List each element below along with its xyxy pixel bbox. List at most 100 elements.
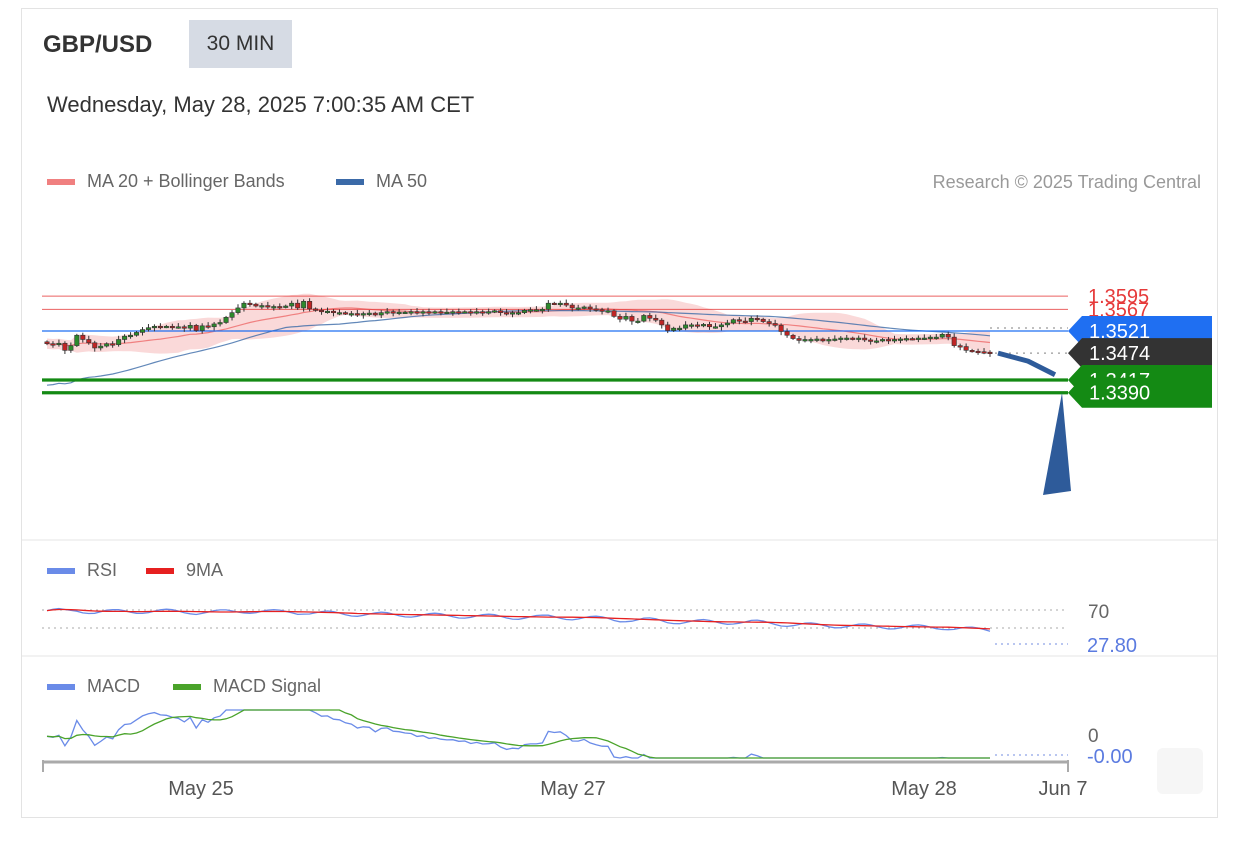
candle-body bbox=[724, 322, 730, 326]
candle-body bbox=[265, 305, 271, 308]
candle-body bbox=[659, 319, 665, 326]
candle-body bbox=[915, 337, 921, 340]
candle-body bbox=[283, 305, 289, 308]
candle-body bbox=[241, 302, 247, 309]
candle-body bbox=[50, 343, 56, 346]
candle-body bbox=[772, 323, 778, 326]
candle-body bbox=[581, 306, 587, 309]
candle-body bbox=[515, 312, 521, 315]
candle-body bbox=[909, 338, 915, 341]
candle-body bbox=[110, 343, 116, 346]
candle-body bbox=[301, 301, 307, 309]
candle-body bbox=[336, 312, 342, 315]
candle-body bbox=[205, 325, 211, 328]
candle-body bbox=[330, 310, 336, 314]
candle-body bbox=[438, 311, 444, 314]
target-arrow-shaft bbox=[997, 350, 1057, 377]
candle-body bbox=[677, 327, 683, 330]
candle-body bbox=[271, 306, 277, 309]
candle-body bbox=[808, 339, 814, 342]
candle-body bbox=[838, 337, 844, 340]
candle-body bbox=[790, 334, 796, 339]
candle-body bbox=[187, 325, 193, 329]
candle-body bbox=[253, 303, 259, 307]
candle-body bbox=[325, 310, 331, 314]
candle-body bbox=[862, 337, 868, 341]
candle-body bbox=[92, 342, 98, 349]
candle-body bbox=[229, 312, 235, 318]
candle-body bbox=[718, 324, 724, 328]
candle-body bbox=[145, 327, 151, 330]
candle-body bbox=[957, 345, 963, 348]
candle-body bbox=[754, 317, 760, 321]
candle-body bbox=[575, 307, 581, 310]
candle-body bbox=[951, 336, 957, 346]
candle-body bbox=[605, 310, 611, 313]
candle-body bbox=[903, 338, 909, 341]
candle-body bbox=[62, 342, 68, 351]
candle-body bbox=[259, 305, 265, 308]
candle-body bbox=[366, 312, 372, 315]
candle-body bbox=[217, 322, 223, 325]
candle-body bbox=[563, 302, 569, 306]
candle-body bbox=[748, 317, 754, 322]
candle-body bbox=[963, 346, 969, 351]
candle-body bbox=[56, 342, 62, 346]
candle-body bbox=[348, 313, 354, 316]
candle-body bbox=[671, 327, 677, 331]
candle-body bbox=[223, 317, 229, 323]
candle-body bbox=[432, 311, 438, 314]
candle-body bbox=[933, 336, 939, 339]
candle-body bbox=[868, 339, 874, 342]
candle-body bbox=[629, 316, 635, 322]
candle-body bbox=[468, 311, 474, 314]
x-tick-label: May 27 bbox=[540, 778, 606, 800]
candle-body bbox=[611, 310, 617, 317]
candle-body bbox=[695, 324, 701, 327]
candle-body bbox=[892, 339, 898, 342]
candle-body bbox=[193, 325, 199, 331]
candle-body bbox=[778, 325, 784, 332]
candle-body bbox=[706, 324, 712, 328]
candle-body bbox=[450, 311, 456, 314]
candle-body bbox=[134, 332, 140, 336]
candle-body bbox=[796, 338, 802, 341]
candle-body bbox=[402, 311, 408, 314]
candle-body bbox=[969, 350, 975, 353]
candle-body bbox=[360, 313, 366, 316]
candle-body bbox=[802, 339, 808, 342]
candle-body bbox=[139, 329, 145, 333]
candle-body bbox=[116, 339, 122, 345]
candle-body bbox=[844, 337, 850, 340]
candle-body bbox=[444, 311, 450, 314]
candle-body bbox=[181, 326, 187, 329]
candle-body bbox=[701, 324, 707, 327]
candle-body bbox=[641, 315, 647, 322]
candle-body bbox=[319, 309, 325, 313]
candle-body bbox=[527, 309, 533, 312]
candle-body bbox=[886, 339, 892, 342]
candle-body bbox=[981, 351, 987, 354]
candle-body bbox=[247, 302, 253, 306]
candle-body bbox=[880, 339, 886, 342]
candle-body bbox=[462, 311, 468, 314]
candle-body bbox=[384, 311, 390, 314]
candle-body bbox=[945, 333, 951, 338]
candle-body bbox=[199, 325, 205, 331]
candle-body bbox=[587, 306, 593, 310]
candle-body bbox=[897, 338, 903, 341]
macd-signal-line bbox=[46, 709, 990, 759]
candle-body bbox=[372, 312, 378, 316]
candle-body bbox=[313, 308, 319, 311]
candle-body bbox=[599, 309, 605, 312]
candle-body bbox=[635, 320, 641, 323]
candle-body bbox=[408, 311, 414, 314]
candle-body bbox=[354, 313, 360, 316]
candle-body bbox=[307, 301, 313, 310]
candle-body bbox=[850, 337, 856, 340]
candle-body bbox=[617, 316, 623, 320]
rsi-level-label: 70 bbox=[1088, 602, 1109, 623]
rsi-current-label: 27.80 bbox=[1087, 635, 1137, 657]
candle-body bbox=[623, 316, 629, 320]
support-tag-text: 1.3390 bbox=[1089, 383, 1150, 405]
